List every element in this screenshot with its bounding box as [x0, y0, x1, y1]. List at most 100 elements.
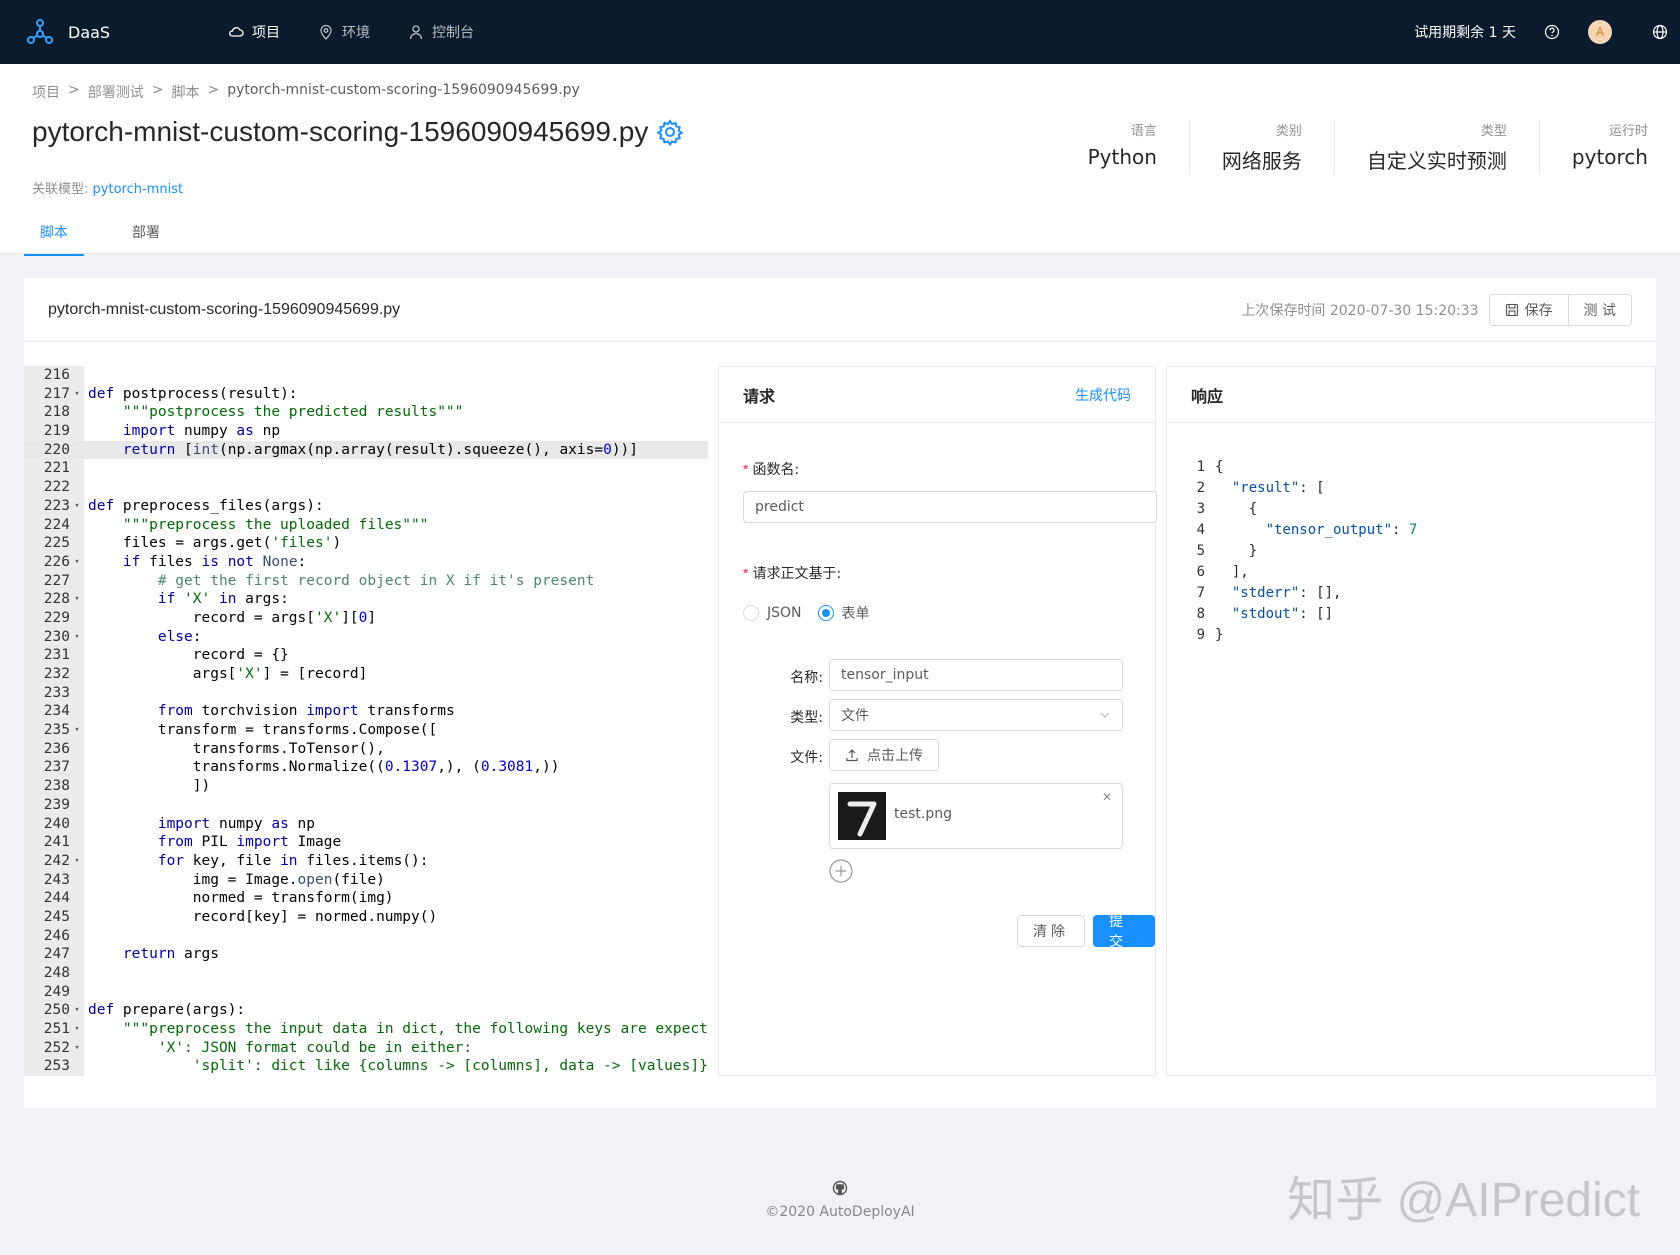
code-line[interactable]: 237 transforms.Normalize((0.1307,), (0.3… [24, 758, 708, 777]
code-text: args['X'] = [record] [88, 666, 368, 682]
close-icon[interactable]: ✕ [1102, 790, 1112, 804]
fold-arrow-icon[interactable]: ▾ [70, 852, 84, 871]
stat-value: 自定义实时预测 [1366, 149, 1507, 173]
response-json-view: 1{2 "result": [3 {4 "tensor_output": 75 … [1191, 457, 1418, 646]
radio-json[interactable] [743, 605, 759, 621]
generate-code-link[interactable]: 生成代码 [1075, 385, 1131, 405]
code-line[interactable]: 230 ▾ else: [24, 628, 708, 647]
nav-item-environments[interactable]: 环境 [318, 22, 370, 42]
fold-arrow-icon[interactable]: ▾ [70, 1039, 84, 1058]
code-text: files = args.get('files') [88, 535, 342, 552]
line-number: 246 [43, 927, 70, 944]
code-line[interactable]: 253 'split': dict like {columns -> [colu… [24, 1057, 708, 1076]
json-text: "result": [ [1231, 480, 1325, 496]
fold-arrow-icon[interactable]: ▾ [70, 590, 84, 609]
clear-button[interactable]: 清除 [1017, 915, 1085, 947]
code-line[interactable]: 234 from torchvision import transforms [24, 702, 708, 721]
code-line[interactable]: 246 [24, 927, 708, 946]
line-number: 228 [43, 591, 70, 608]
code-line[interactable]: 218 """postprocess the predicted results… [24, 403, 708, 422]
help-icon[interactable] [1544, 24, 1560, 40]
code-line[interactable]: 229 record = args['X'][0] [24, 609, 708, 628]
code-text: transform = transforms.Compose([ [88, 722, 438, 739]
top-navbar: DaaS 项目 环境 控制台 试用期剩余 1 天 A [0, 0, 1680, 64]
code-line[interactable]: 244 normed = transform(img) [24, 889, 708, 908]
code-line[interactable]: 248 [24, 964, 708, 983]
breadcrumb-item[interactable]: 脚本 [171, 82, 199, 102]
fold-arrow-icon[interactable]: ▾ [70, 553, 84, 572]
code-text: record = args['X'][0] [88, 609, 377, 626]
code-line[interactable]: 221 [24, 459, 708, 478]
code-line[interactable]: 223 ▾ def preprocess_files(args): [24, 497, 708, 516]
code-line[interactable]: 252 ▾ 'X': JSON format could be in either… [24, 1039, 708, 1058]
fold-arrow-icon[interactable]: ▾ [70, 497, 84, 516]
code-line[interactable]: 233 [24, 684, 708, 703]
code-line[interactable]: 226 ▾ if files is not None: [24, 553, 708, 572]
code-line[interactable]: 220 return [int(np.argmax(np.array(resul… [24, 440, 708, 460]
code-line[interactable]: 228 ▾ if 'X' in args: [24, 590, 708, 609]
radio-form-label[interactable]: 表单 [842, 603, 870, 623]
fold-arrow-icon[interactable]: ▾ [70, 1001, 84, 1020]
code-line[interactable]: 219 import numpy as np [24, 422, 708, 441]
linked-model-link[interactable]: pytorch-mnist [93, 182, 184, 197]
code-line[interactable]: 224 """preprocess the uploaded files""" [24, 516, 708, 535]
code-line[interactable]: 240 import numpy as np [24, 815, 708, 834]
code-line[interactable]: 232 args['X'] = [record] [24, 665, 708, 684]
tab-deploy[interactable]: 部署 [116, 222, 176, 256]
breadcrumb-item[interactable]: 部署测试 [88, 82, 144, 102]
radio-form[interactable] [817, 605, 834, 621]
code-line[interactable]: 242 ▾ for key, file in files.items(): [24, 852, 708, 871]
save-button[interactable]: 保存 [1488, 293, 1569, 326]
function-name-input[interactable]: predict [743, 491, 1157, 523]
line-number: 220 [43, 441, 70, 458]
code-line[interactable]: 239 [24, 796, 708, 815]
action-buttons: 保存 测 试 [1488, 293, 1632, 326]
upload-button[interactable]: 点击上传 [829, 739, 939, 771]
fold-arrow-icon[interactable]: ▾ [70, 721, 84, 740]
code-line[interactable]: 225 files = args.get('files') [24, 534, 708, 553]
code-line[interactable]: 227 # get the first record object in X i… [24, 572, 708, 591]
code-line[interactable]: 238 ]) [24, 777, 708, 796]
brand[interactable]: DaaS [24, 16, 204, 48]
settings-gear-icon[interactable] [656, 118, 684, 146]
code-line[interactable]: 236 transforms.ToTensor(), [24, 740, 708, 759]
code-line[interactable]: 216 [24, 366, 708, 385]
code-line[interactable]: 241 from PIL import Image [24, 833, 708, 852]
nav-item-console[interactable]: 控制台 [408, 22, 474, 42]
breadcrumb-item[interactable]: 项目 [32, 82, 60, 102]
code-line[interactable]: 251 ▾ """preprocess the input data in dic… [24, 1020, 708, 1039]
fold-arrow-icon[interactable]: ▾ [70, 628, 84, 647]
test-button[interactable]: 测 试 [1568, 293, 1632, 326]
submit-button[interactable]: 提交 [1093, 914, 1155, 950]
fold-arrow-icon[interactable]: ▾ [70, 1020, 84, 1039]
code-line[interactable]: 245 record[key] = normed.numpy() [24, 908, 708, 927]
param-type-select[interactable]: 文件 [829, 699, 1123, 731]
code-line[interactable]: 250 ▾ def prepare(args): [24, 1001, 708, 1020]
tab-script[interactable]: 脚本 [24, 222, 84, 256]
avatar[interactable]: A [1588, 20, 1612, 44]
code-editor[interactable]: 216 217 ▾ def postprocess(result): 218 """po… [24, 366, 708, 1076]
param-name-input[interactable]: tensor_input [829, 659, 1123, 691]
code-line[interactable]: 235 ▾ transform = transforms.Compose([ [24, 721, 708, 740]
code-line[interactable]: 222 [24, 478, 708, 497]
user-icon [409, 25, 423, 40]
code-line[interactable]: 243 img = Image.open(file) [24, 871, 708, 890]
json-text: "stderr": [], [1231, 585, 1342, 601]
fold-arrow-icon[interactable]: ▾ [70, 385, 84, 404]
code-line[interactable]: 247 return args [24, 945, 708, 964]
code-line[interactable]: 217 ▾ def postprocess(result): [24, 385, 708, 404]
radio-json-label[interactable]: JSON [767, 605, 802, 621]
nav-item-projects[interactable]: 项目 [228, 22, 280, 42]
uploaded-file-card: test.png ✕ [829, 783, 1123, 849]
globe-icon[interactable] [1652, 24, 1668, 40]
code-line[interactable]: 231 record = {} [24, 646, 708, 665]
stat-language: 语言 Python [1056, 120, 1190, 174]
code-line[interactable]: 249 [24, 983, 708, 1002]
add-circle-icon[interactable] [829, 859, 853, 883]
